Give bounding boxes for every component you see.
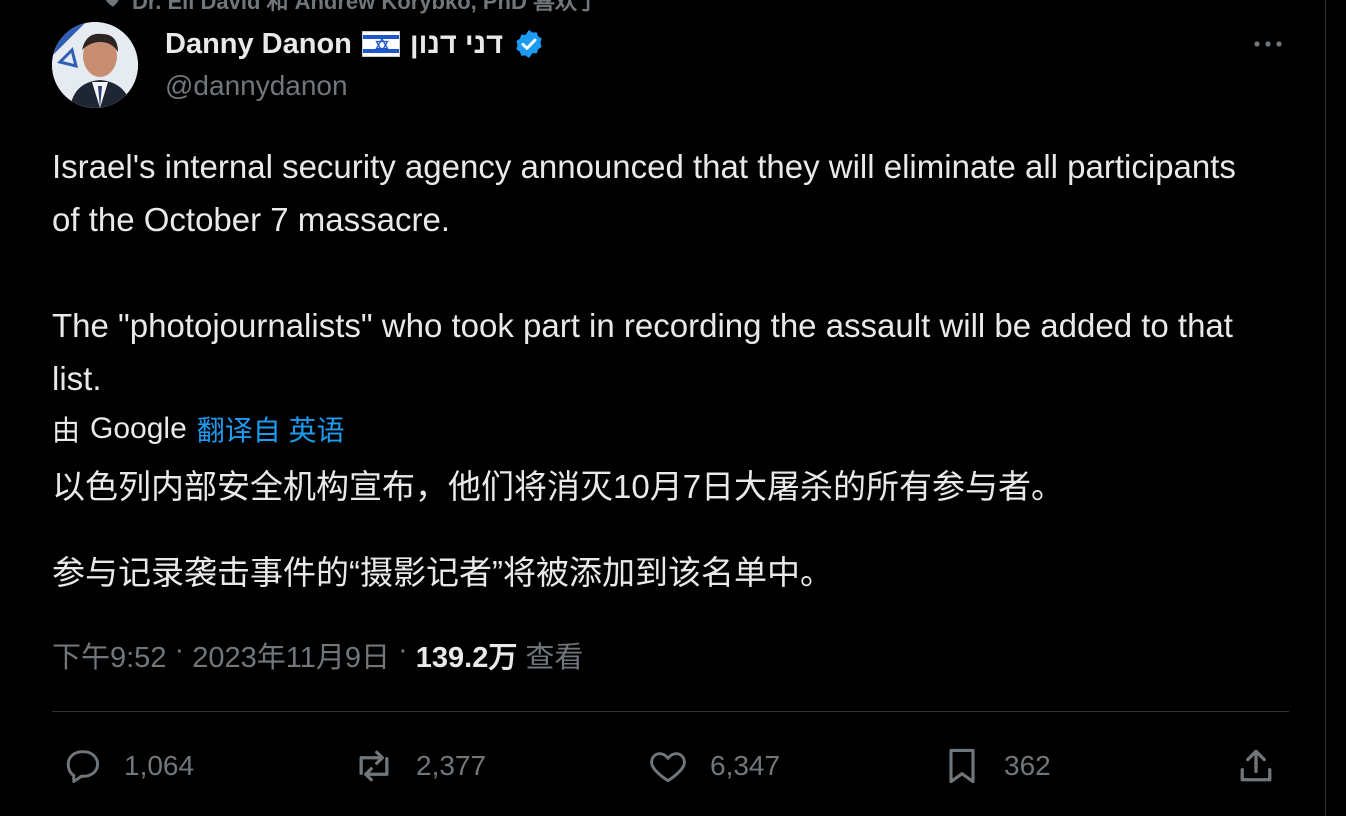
more-options-icon[interactable]: [1250, 30, 1286, 58]
author-row: Danny Danon דני דנון: [165, 24, 545, 64]
like-count: 6,347: [710, 750, 781, 781]
repost-button[interactable]: 2,377: [352, 738, 486, 794]
action-bar: 1,064 2,377 6,347 362: [52, 738, 1289, 794]
tweet-paragraph-2: The "photojournalists" who took part in …: [52, 307, 1233, 397]
translated-paragraph-1: 以色列内部安全机构宣布，他们将消灭10月7日大屠杀的所有参与者。: [52, 468, 1065, 505]
meta-separator: ·: [389, 634, 416, 666]
reply-button[interactable]: 1,064: [60, 738, 194, 794]
tweet-time[interactable]: 下午9:52: [52, 634, 166, 676]
tweet-meta: 下午9:52 · 2023年11月9日 · 139.2万 查看: [52, 634, 583, 676]
google-logo: Google: [90, 412, 187, 445]
author-name[interactable]: Danny Danon: [165, 28, 352, 61]
views-label: 查看: [517, 642, 584, 674]
profile-photo: [52, 22, 138, 108]
israel-flag-icon: [361, 31, 400, 57]
translated-from-link[interactable]: 翻译自 英语: [197, 409, 345, 449]
column-border: [1325, 0, 1326, 816]
repost-count: 2,377: [416, 750, 487, 781]
translated-paragraph-2: 参与记录袭击事件的“摄影记者”将被添加到该名单中。: [52, 554, 833, 591]
share-button[interactable]: [1234, 738, 1278, 794]
reply-count: 1,064: [124, 750, 195, 781]
avatar[interactable]: [52, 22, 138, 108]
translated-text: 以色列内部安全机构宣布，他们将消灭10月7日大屠杀的所有参与者。 参与记录袭击事…: [52, 462, 1252, 598]
bookmark-count: 362: [1004, 750, 1051, 781]
tweet-paragraph-1: Israel's internal security agency announ…: [52, 148, 1236, 238]
social-context[interactable]: Dr. Eli David 和 Andrew Korybko, PhD 喜欢了: [104, 0, 599, 14]
verified-badge-icon: [516, 30, 542, 58]
heart-icon: [650, 752, 686, 783]
author-handle[interactable]: @dannydanon: [165, 70, 348, 102]
bookmark-button[interactable]: 362: [940, 738, 1051, 794]
heart-icon: [105, 0, 119, 7]
tweet-text: Israel's internal security agency announ…: [52, 140, 1252, 405]
reply-icon: [66, 750, 100, 784]
bookmark-icon: [949, 748, 975, 784]
social-context-text: Dr. Eli David 和 Andrew Korybko, PhD 喜欢了: [132, 0, 599, 14]
translation-attribution: 由 Google 翻译自 英语: [52, 408, 345, 450]
like-button[interactable]: 6,347: [646, 738, 780, 794]
views-count: 139.2万: [415, 642, 518, 674]
meta-separator: ·: [166, 634, 193, 666]
divider: [52, 711, 1289, 712]
repost-icon: [359, 750, 389, 782]
translation-prefix: 由: [52, 415, 81, 446]
author-hebrew-name[interactable]: דני דנון: [410, 28, 503, 61]
share-icon: [1240, 749, 1272, 782]
tweet-date[interactable]: 2023年11月9日: [192, 634, 390, 676]
